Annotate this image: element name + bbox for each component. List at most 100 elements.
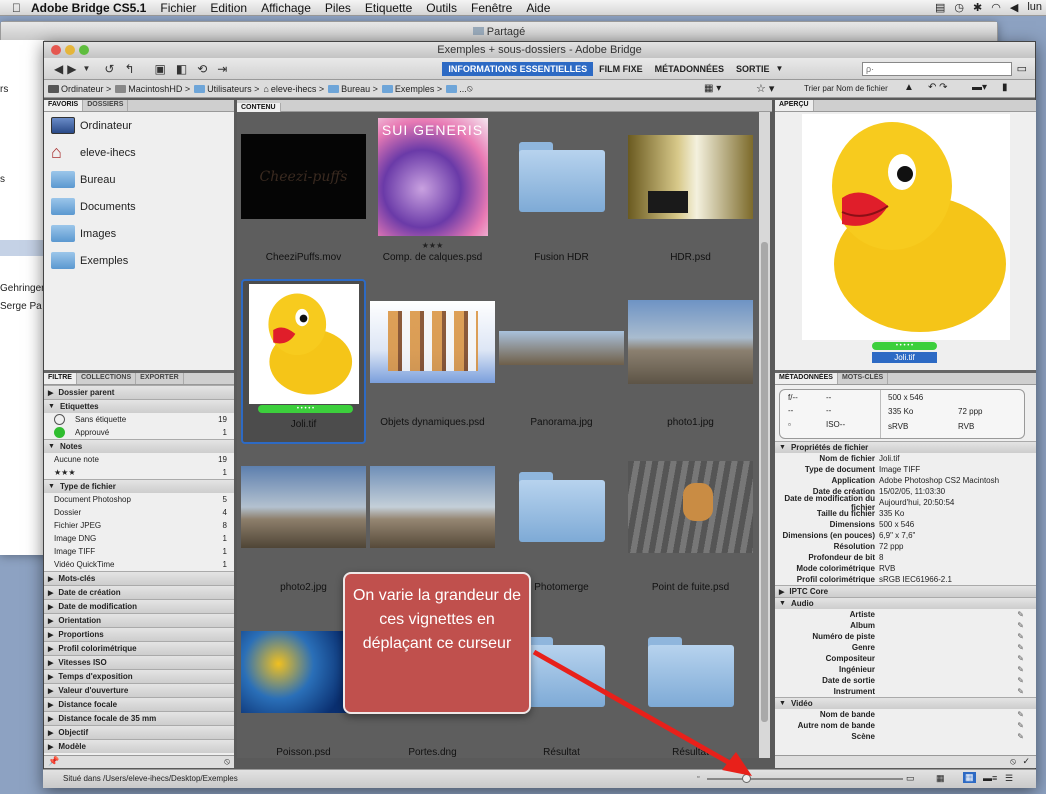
history-icon[interactable]: ↺ — [104, 62, 114, 76]
metadata-row[interactable]: Numéro de piste ✎ — [775, 631, 1036, 642]
edit-pencil-icon[interactable]: ✎ — [1017, 732, 1024, 741]
large-thumb-icon[interactable]: ▭ — [906, 773, 915, 784]
adobe-status-icon[interactable]: ▤ — [935, 1, 945, 14]
edit-pencil-icon[interactable]: ✎ — [1017, 621, 1024, 630]
view-list-icon[interactable]: ☰ — [1005, 773, 1013, 784]
filter-notes[interactable]: ▼ Notes — [44, 439, 234, 453]
metadata-row[interactable]: Scène ✎ — [775, 731, 1036, 742]
filter-section[interactable]: ▶ Vitesses ISO — [44, 655, 234, 669]
tab-mots-cles[interactable]: MOTS-CLÉS — [838, 373, 889, 384]
filter-row[interactable]: Sans étiquette 19 — [44, 413, 234, 426]
search-input[interactable] — [862, 62, 1012, 76]
metadata-row[interactable]: Instrument ✎ — [775, 686, 1036, 697]
pin-icon[interactable]: 📌 — [48, 756, 59, 767]
view-thumbnails-icon[interactable]: ▦ — [963, 772, 976, 783]
menu-clock[interactable]: lun — [1027, 1, 1042, 14]
thumbnail-cell[interactable]: Panorama.jpg — [499, 279, 624, 444]
slider-handle[interactable] — [742, 774, 752, 783]
metadata-row[interactable]: Autre nom de bande ✎ — [775, 720, 1036, 731]
filter-section[interactable]: ▶ Orientation — [44, 613, 234, 627]
filter-section[interactable]: ▶ Date de création — [44, 585, 234, 599]
crumb-more[interactable]: ... ⦸ — [446, 83, 473, 94]
filter-parent[interactable]: ▶ Dossier parent — [44, 385, 234, 399]
ws-output[interactable]: SORTIE — [730, 62, 776, 76]
filter-section[interactable]: ▶ Profil colorimétrique — [44, 641, 234, 655]
thumbnail-cell[interactable]: Objets dynamiques.psd — [370, 279, 495, 444]
thumbnail-cell[interactable]: HDR.psd — [628, 114, 753, 279]
filter-section[interactable]: ▶ Distance focale de 35 mm — [44, 711, 234, 725]
view-details-icon[interactable]: ▬≡ — [983, 773, 997, 783]
metadata-row[interactable]: Date de sortie ✎ — [775, 675, 1036, 686]
forward-icon[interactable]: ▶ — [67, 62, 76, 76]
filter-row[interactable]: ★★★ 1 — [44, 466, 234, 479]
camera-icon[interactable]: ▣ — [155, 62, 166, 76]
crumb-macintoshhd[interactable]: MacintoshHD > — [115, 84, 190, 94]
section-file-props[interactable]: ▼ Propriétés de fichier — [775, 441, 1036, 453]
thumbnail-cell[interactable]: Résultat — [628, 609, 753, 758]
filter-row[interactable]: Vidéo QuickTime 1 — [44, 558, 234, 571]
edit-pencil-icon[interactable]: ✎ — [1017, 610, 1024, 619]
preview-image[interactable] — [802, 114, 1010, 340]
wifi-icon[interactable]: ◠ — [991, 1, 1001, 14]
scrollbar-thumb[interactable] — [761, 242, 768, 722]
thumbnail-cell[interactable]: Fusion HDR — [499, 114, 624, 279]
recent-dropdown-icon[interactable]: ▼ — [82, 64, 90, 73]
refine-icon[interactable]: ◧ — [176, 62, 187, 76]
tab-dossiers[interactable]: DOSSIERS — [83, 100, 129, 111]
filter-row[interactable]: Document Photoshop 5 — [44, 493, 234, 506]
filter-row[interactable]: Fichier JPEG 8 — [44, 519, 234, 532]
thumbnail-cell[interactable]: SUI GENERIS ★★★ Comp. de calques.psd — [370, 114, 495, 279]
filter-section[interactable]: ▶ Objectif — [44, 725, 234, 739]
menu-piles[interactable]: Piles — [325, 1, 351, 15]
filter-row[interactable]: Image DNG 1 — [44, 532, 234, 545]
filter-row[interactable]: Aucune note 19 — [44, 453, 234, 466]
apply-icon[interactable]: ✓ — [1022, 756, 1030, 767]
ws-essentials[interactable]: INFORMATIONS ESSENTIELLES — [442, 61, 594, 76]
open-icon[interactable]: ⇥ — [217, 62, 227, 76]
tab-contenu[interactable]: CONTENU — [237, 103, 281, 112]
tab-apercu[interactable]: APERÇU — [775, 100, 814, 111]
crumb-eleve-ihecs[interactable]: ⌂ eleve-ihecs > — [263, 84, 324, 94]
compact-mode-icon[interactable]: ▭ — [1017, 62, 1027, 75]
filter-row[interactable]: Dossier 4 — [44, 506, 234, 519]
fav-bureau[interactable]: Bureau — [44, 166, 234, 193]
menu-fenetre[interactable]: Fenêtre — [471, 1, 512, 15]
menu-app[interactable]: Adobe Bridge CS5.1 — [31, 1, 146, 15]
metadata-row[interactable]: Artiste ✎ — [775, 609, 1036, 620]
edit-pencil-icon[interactable]: ✎ — [1017, 710, 1024, 719]
filter-section[interactable]: ▶ Temps d'exposition — [44, 669, 234, 683]
ws-dropdown-icon[interactable]: ▼ — [776, 64, 784, 73]
thumbnail-cell[interactable]: Cheezi-puffs CheeziPuffs.mov — [241, 114, 366, 279]
edit-pencil-icon[interactable]: ✎ — [1017, 632, 1024, 641]
fav-documents[interactable]: Documents — [44, 193, 234, 220]
thumbnail-cell[interactable]: photo1.jpg — [628, 279, 753, 444]
new-folder-icon[interactable]: ▬▾ — [972, 82, 987, 93]
filter-section[interactable]: ▶ Distance focale — [44, 697, 234, 711]
edit-pencil-icon[interactable]: ✎ — [1017, 721, 1024, 730]
filter-section[interactable]: ▶ Proportions — [44, 627, 234, 641]
menu-affichage[interactable]: Affichage — [261, 1, 311, 15]
zoom-button[interactable] — [79, 45, 89, 55]
filter-section[interactable]: ▶ Valeur d'ouverture — [44, 683, 234, 697]
sort-dropdown[interactable]: Trier par Nom de fichier — [804, 84, 888, 93]
time-machine-icon[interactable]: ◷ — [954, 1, 964, 14]
back-icon[interactable]: ◀ — [54, 62, 63, 76]
star-filter-icon[interactable]: ☆ ▾ — [756, 82, 774, 95]
edit-pencil-icon[interactable]: ✎ — [1017, 654, 1024, 663]
sort-direction-icon[interactable]: ▲ — [904, 82, 914, 93]
section-video[interactable]: ▼ Vidéo — [775, 697, 1036, 709]
crumb-bureau[interactable]: Bureau > — [328, 84, 378, 94]
fav-images[interactable]: Images — [44, 220, 234, 247]
fav-ordinateur[interactable]: Ordinateur — [44, 112, 234, 139]
thumbnail-cell[interactable]: Point de fuite.psd — [628, 444, 753, 609]
filter-section[interactable]: ▶ Modèle — [44, 739, 234, 753]
edit-pencil-icon[interactable]: ✎ — [1017, 676, 1024, 685]
metadata-row[interactable]: Nom de bande ✎ — [775, 709, 1036, 720]
volume-icon[interactable]: ◀ — [1010, 1, 1018, 14]
edit-pencil-icon[interactable]: ✎ — [1017, 687, 1024, 696]
menu-outils[interactable]: Outils — [426, 1, 457, 15]
rotate-left-icon[interactable]: ↶ ↷ — [928, 82, 948, 93]
metadata-row[interactable]: Compositeur ✎ — [775, 653, 1036, 664]
filter-row[interactable]: Image TIFF 1 — [44, 545, 234, 558]
section-audio[interactable]: ▼ Audio — [775, 597, 1036, 609]
